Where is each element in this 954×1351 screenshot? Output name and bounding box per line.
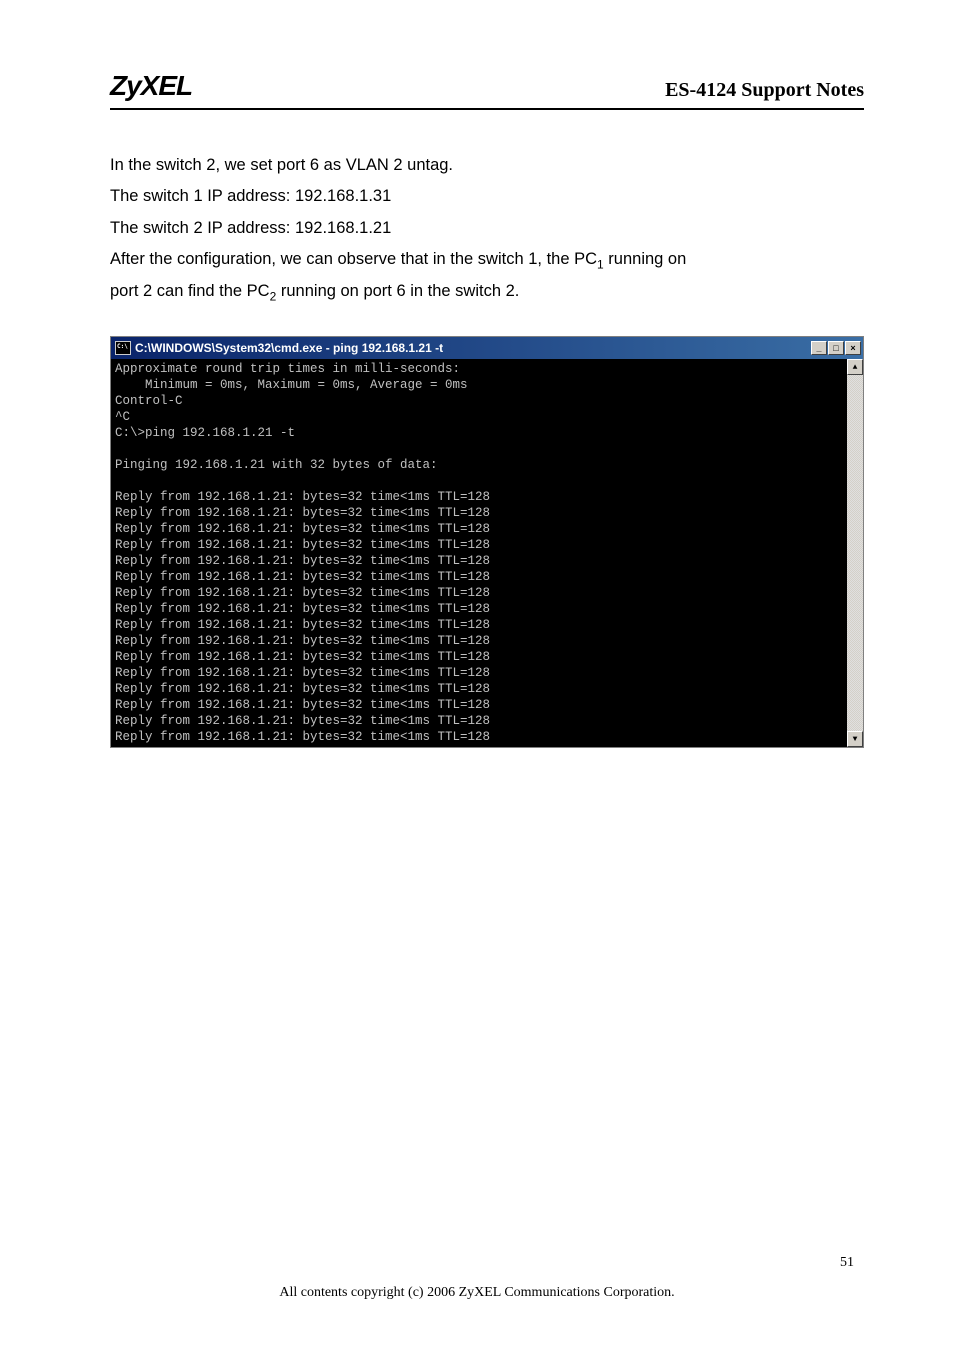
logo: ZyXEL [110, 70, 192, 102]
cmd-title-left: C:\WINDOWS\System32\cmd.exe - ping 192.1… [115, 341, 443, 355]
page-header: ZyXEL ES-4124 Support Notes [110, 70, 864, 110]
page-number: 51 [840, 1255, 854, 1271]
cmd-scrollbar[interactable]: ▲ ▼ [847, 359, 863, 747]
cmd-output: Approximate round trip times in milli-se… [111, 359, 847, 747]
scroll-up-button[interactable]: ▲ [847, 359, 863, 375]
body-line-3: The switch 2 IP address: 192.168.1.21 [110, 213, 864, 244]
cmd-window: C:\WINDOWS\System32\cmd.exe - ping 192.1… [110, 336, 864, 748]
maximize-button[interactable]: □ [828, 341, 844, 355]
cmd-title-text: C:\WINDOWS\System32\cmd.exe - ping 192.1… [135, 341, 443, 355]
scroll-down-button[interactable]: ▼ [847, 731, 863, 747]
cmd-body: Approximate round trip times in milli-se… [111, 359, 863, 747]
body-line-1: In the switch 2, we set port 6 as VLAN 2… [110, 150, 864, 181]
close-button[interactable]: × [845, 341, 861, 355]
body-line-4: After the configuration, we can observe … [110, 244, 864, 276]
subscript-1: 1 [597, 257, 604, 271]
body-line-5: port 2 can find the PC2 running on port … [110, 276, 864, 308]
body-line-2: The switch 1 IP address: 192.168.1.31 [110, 181, 864, 212]
scroll-track[interactable] [847, 375, 863, 731]
minimize-button[interactable]: _ [811, 341, 827, 355]
cmd-titlebar[interactable]: C:\WINDOWS\System32\cmd.exe - ping 192.1… [111, 337, 863, 359]
header-title: ES-4124 Support Notes [665, 79, 864, 102]
footer-copyright: All contents copyright (c) 2006 ZyXEL Co… [0, 1285, 954, 1301]
cmd-icon [115, 341, 131, 355]
body-paragraph: In the switch 2, we set port 6 as VLAN 2… [110, 150, 864, 308]
window-controls: _ □ × [811, 341, 861, 355]
